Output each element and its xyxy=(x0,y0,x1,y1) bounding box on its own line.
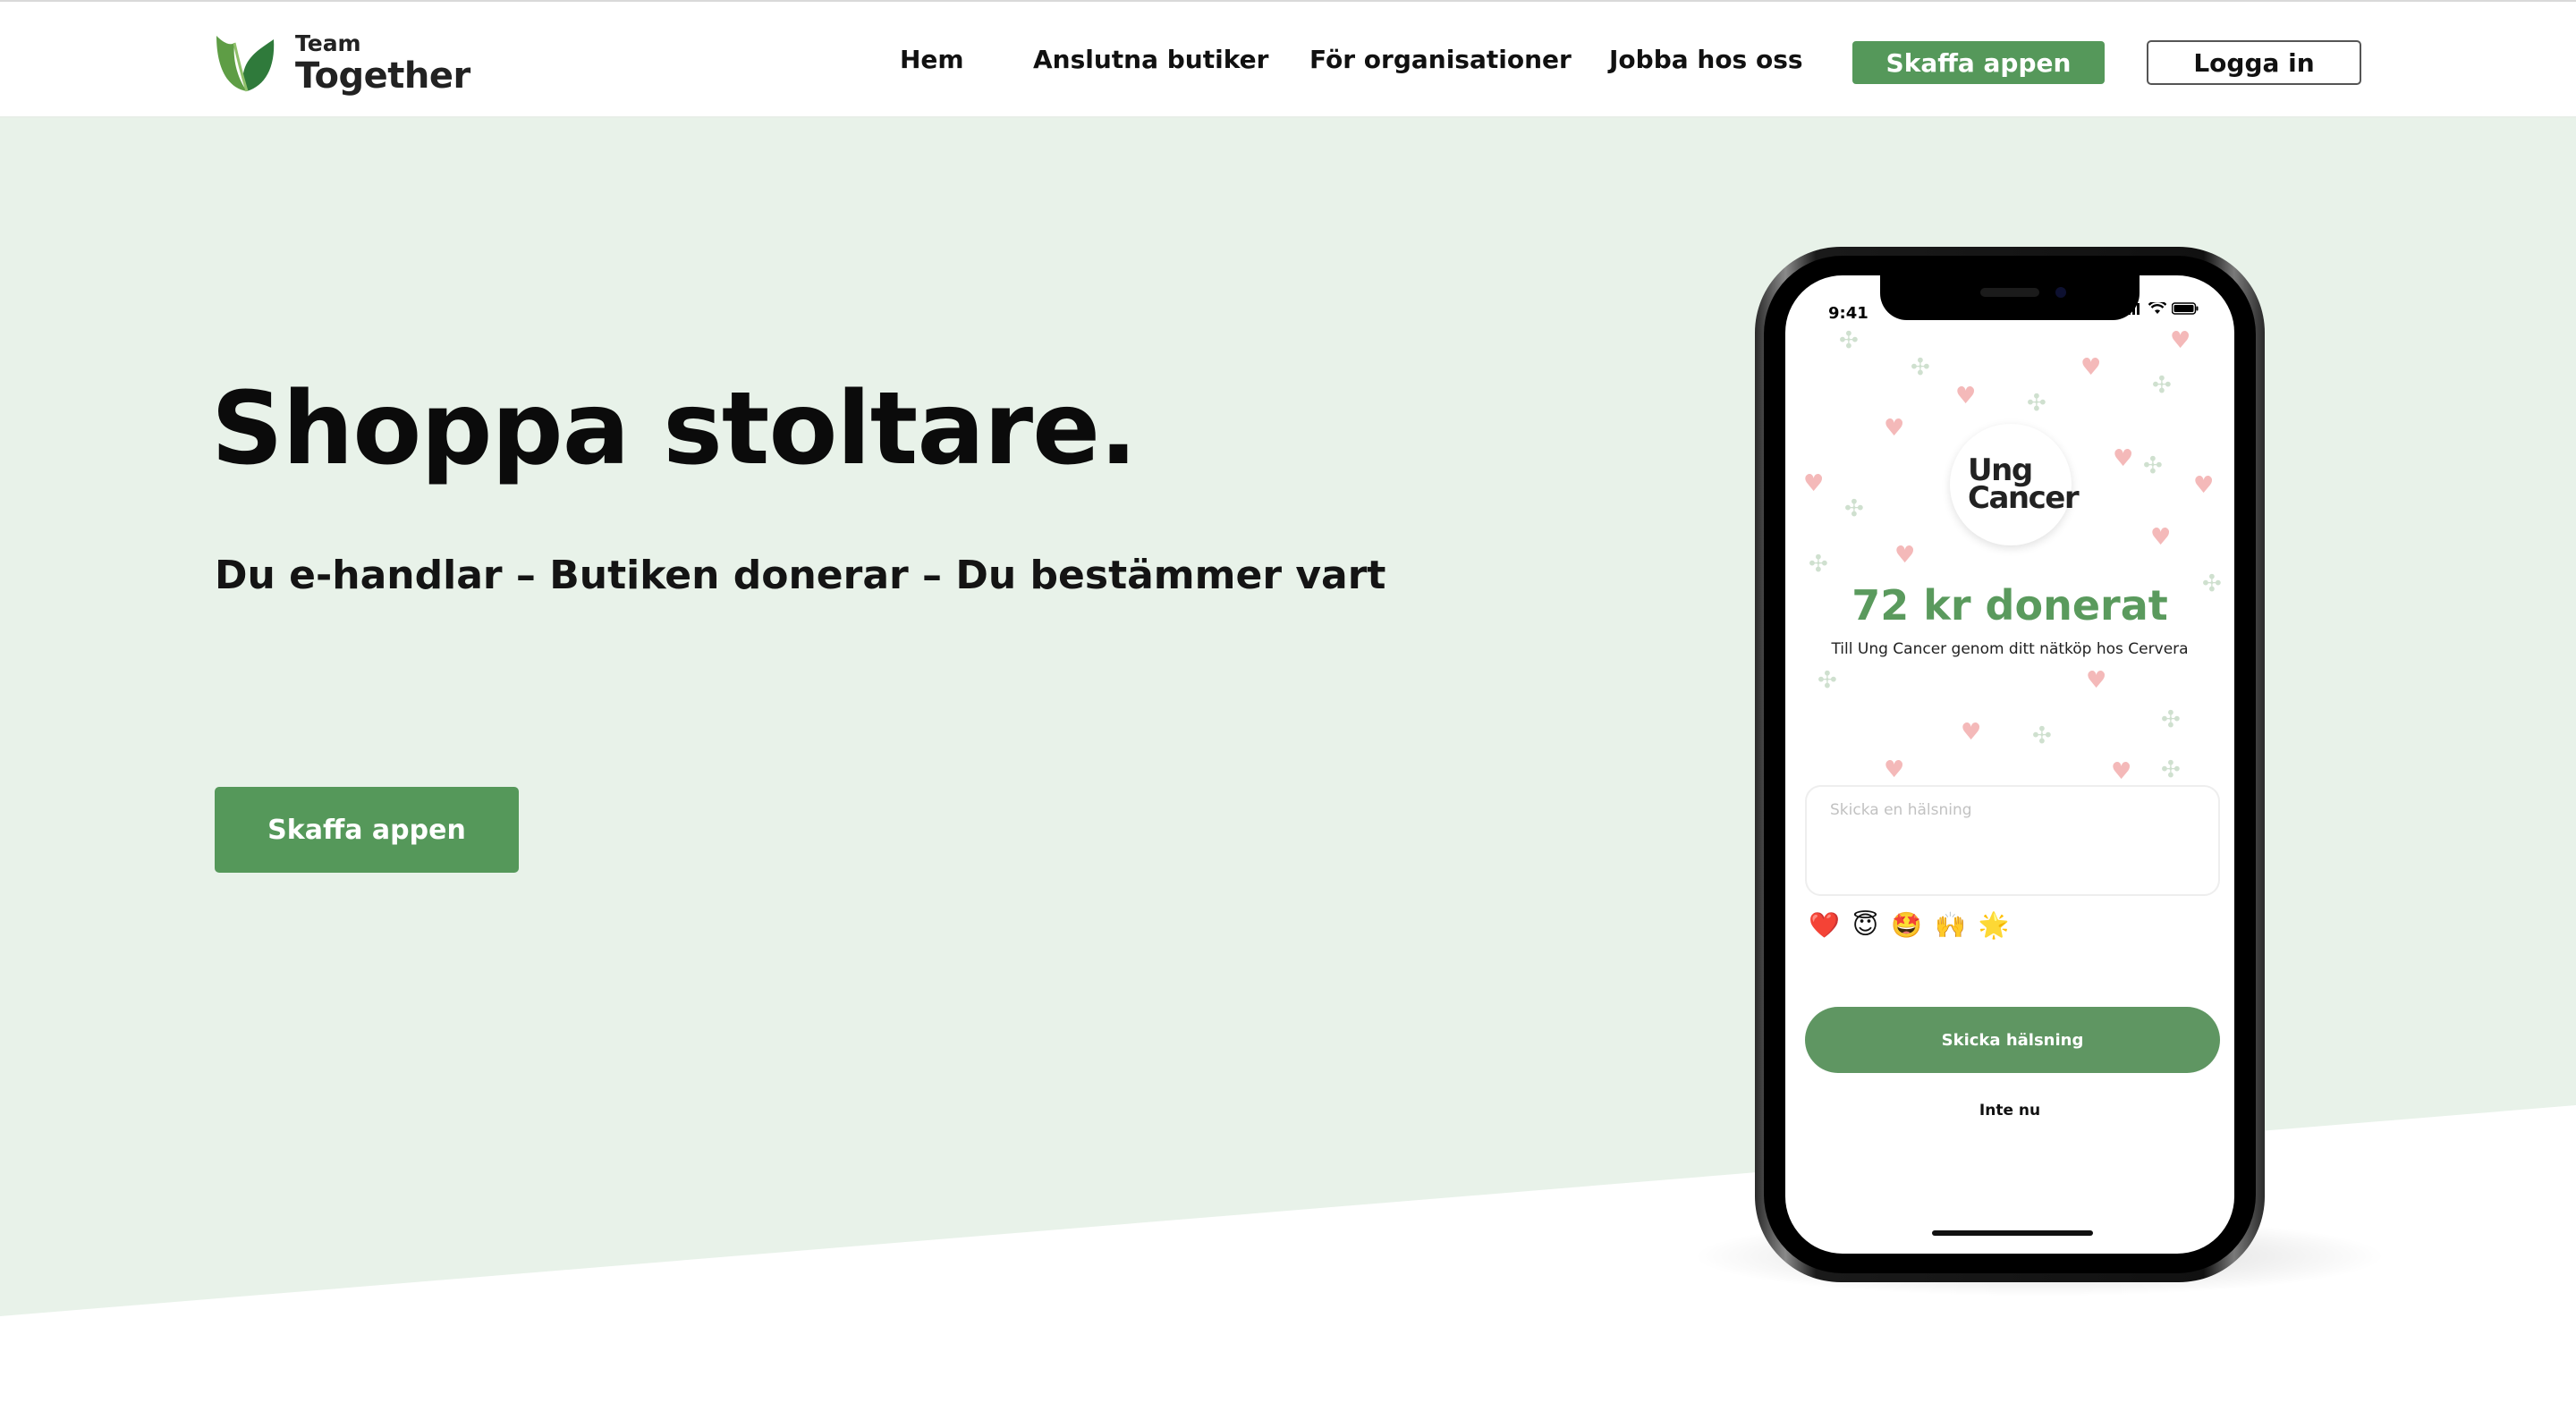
home-indicator xyxy=(1932,1230,2093,1236)
nav-link-jobba-hos-oss[interactable]: Jobba hos oss xyxy=(1609,45,1803,74)
nav-link-anslutna-butiker[interactable]: Anslutna butiker xyxy=(1033,45,1268,74)
clover-icon: ✣ xyxy=(2161,706,2181,733)
get-app-header-button[interactable]: Skaffa appen xyxy=(1852,41,2105,84)
heart-emoji-icon[interactable]: ❤️ xyxy=(1809,910,1840,940)
donation-amount: 72 kr donerat xyxy=(1852,581,2168,629)
heart-icon: ♥ xyxy=(1961,719,1982,746)
heart-icon: ♥ xyxy=(2113,445,2134,472)
hero-subtitle: Du e-handlar – Butiken donerar – Du best… xyxy=(215,553,1386,598)
angel-emoji-icon[interactable]: 😇 xyxy=(1852,910,1878,940)
clover-icon: ✣ xyxy=(1818,667,1837,694)
heart-icon: ♥ xyxy=(1955,383,1977,410)
clover-icon: ✣ xyxy=(2152,372,2172,399)
clover-icon: ✣ xyxy=(2143,452,2163,479)
nav-link-hem[interactable]: Hem xyxy=(900,45,964,74)
clover-icon: ✣ xyxy=(1839,327,1859,354)
login-button[interactable]: Logga in xyxy=(2147,40,2361,85)
clover-icon: ✣ xyxy=(2161,756,2181,783)
logo-together-text: Together xyxy=(295,55,470,97)
donation-description: Till Ung Cancer genom ditt nätköp hos Ce… xyxy=(1831,640,2189,658)
phone-notch xyxy=(1880,275,2140,320)
heart-icon: ♥ xyxy=(2080,354,2102,381)
org-logo-line2: Cancer xyxy=(1968,480,2080,516)
send-greeting-button[interactable]: Skicka hälsning xyxy=(1805,1007,2220,1073)
star-eyes-emoji-icon[interactable]: 🤩 xyxy=(1891,910,1922,940)
heart-icon: ♥ xyxy=(2111,758,2132,785)
emoji-picker: ❤️ 😇 🤩 🙌 🌟 xyxy=(1809,910,2010,940)
heart-icon: ♥ xyxy=(1884,756,1905,783)
heart-icon: ♥ xyxy=(2170,327,2191,354)
get-app-hero-button[interactable]: Skaffa appen xyxy=(215,787,519,873)
front-camera xyxy=(2055,287,2066,298)
signal-icon xyxy=(2123,303,2140,315)
nav-link-for-organisationer[interactable]: För organisationer xyxy=(1309,45,1572,74)
logo-team-text: Team xyxy=(295,30,361,56)
clover-icon: ✣ xyxy=(2032,722,2052,749)
organization-logo: Ung Cancer xyxy=(1950,424,2080,545)
clover-icon: ✣ xyxy=(1809,551,1828,578)
glowing-star-emoji-icon[interactable]: 🌟 xyxy=(1979,910,2010,940)
greeting-placeholder: Skicka en hälsning xyxy=(1830,801,1972,819)
battery-icon xyxy=(2172,302,2199,315)
clover-icon: ✣ xyxy=(2027,390,2046,417)
logo[interactable]: Team Together xyxy=(211,27,470,98)
phone-screen: 9:41 ✣ ✣ ♥ ♥ ✣ ♥ ♥ ✣ ♥ ♥ ✣ ♥ ✣ ♥ ♥ ✣ ✣ ✣… xyxy=(1785,275,2234,1254)
leaf-logo-icon xyxy=(216,36,275,92)
speaker-grille xyxy=(1980,288,2039,297)
site-header: Team Together Hem Anslutna butiker För o… xyxy=(0,0,2576,118)
greeting-input[interactable]: Skicka en hälsning xyxy=(1805,785,2220,896)
heart-icon: ♥ xyxy=(2086,667,2107,694)
status-time: 9:41 xyxy=(1828,304,1868,323)
heart-icon: ♥ xyxy=(2193,472,2215,499)
heart-icon: ♥ xyxy=(1803,470,1825,497)
heart-icon: ♥ xyxy=(1894,542,1916,569)
heart-icon: ♥ xyxy=(2150,524,2172,551)
heart-icon: ♥ xyxy=(1884,415,1905,442)
raised-hands-emoji-icon[interactable]: 🙌 xyxy=(1935,910,1966,940)
status-icons xyxy=(2123,302,2199,315)
not-now-link[interactable]: Inte nu xyxy=(1785,1102,2234,1120)
clover-icon: ✣ xyxy=(1844,495,1864,522)
wifi-icon xyxy=(2148,302,2166,314)
hero-title: Shoppa stoltare. xyxy=(211,371,1138,487)
clover-icon: ✣ xyxy=(1911,354,1930,381)
phone-mockup: 9:41 ✣ ✣ ♥ ♥ ✣ ♥ ♥ ✣ ♥ ♥ ✣ ♥ ✣ ♥ ♥ ✣ ✣ ✣… xyxy=(1755,247,2265,1282)
